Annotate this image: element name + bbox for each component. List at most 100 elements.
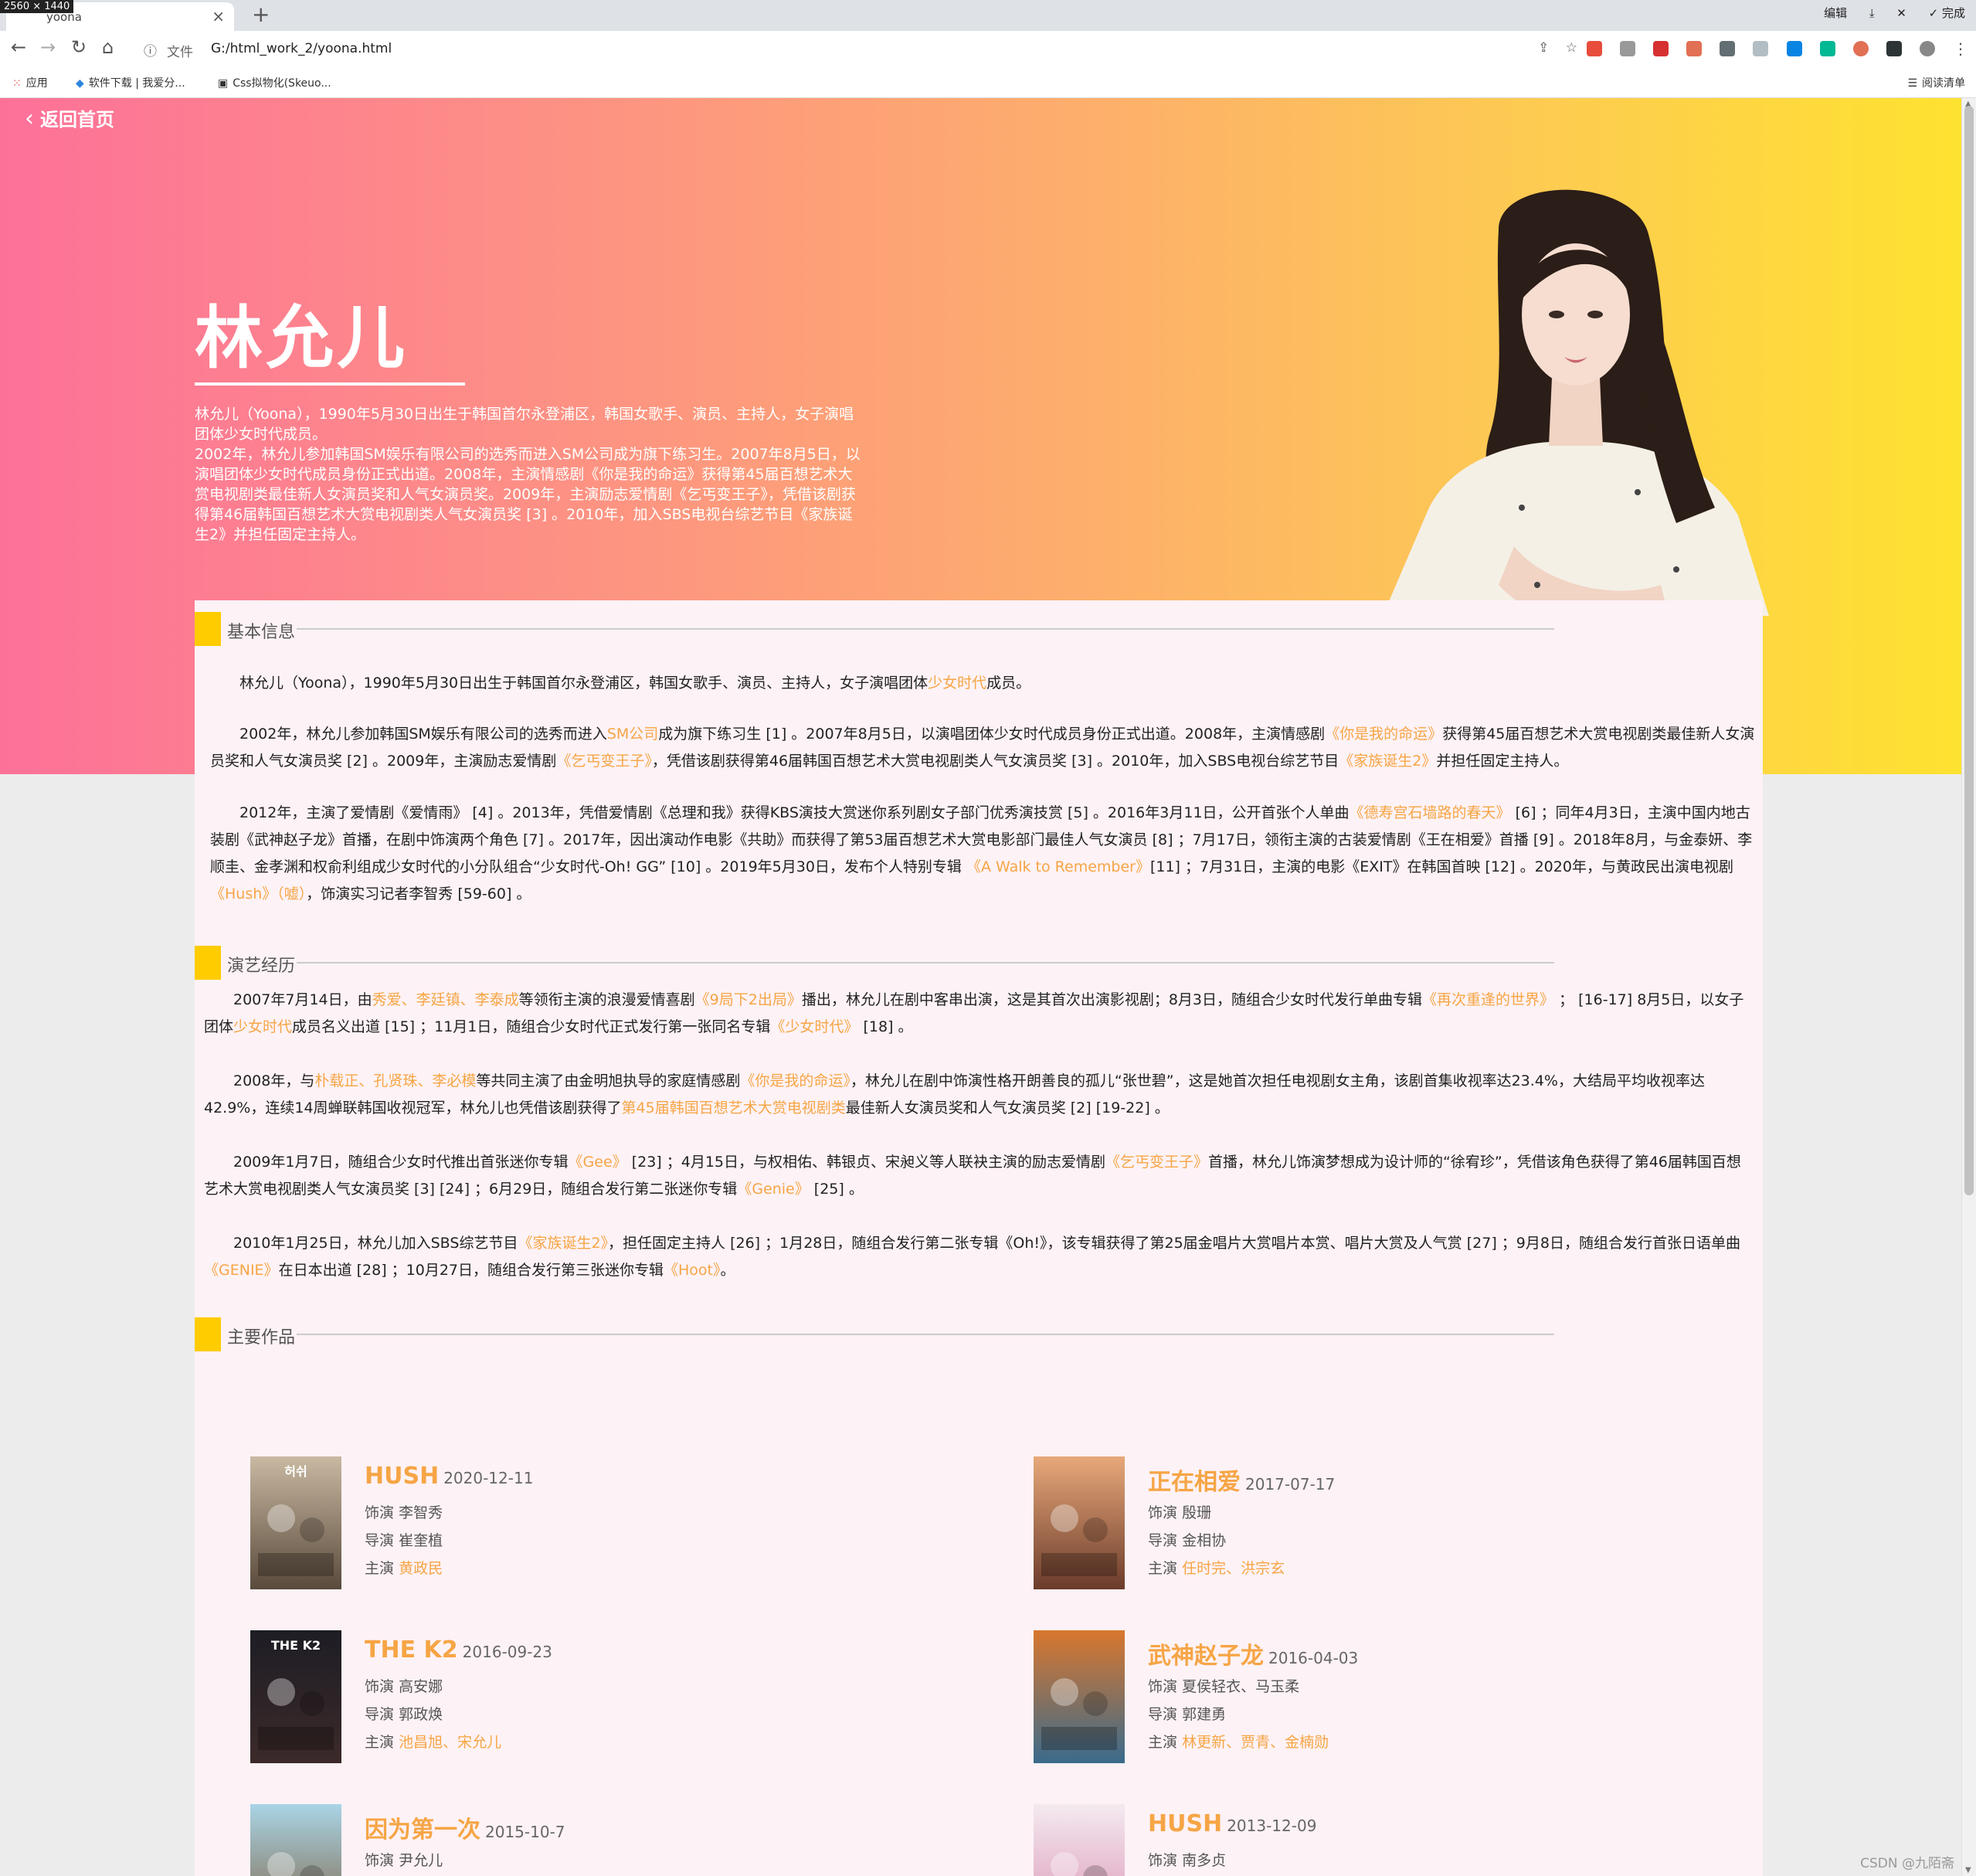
work-title-text: 因为第一次 <box>365 1817 480 1844</box>
inline-link[interactable]: 《家族诞生2》 <box>1339 753 1436 770</box>
poster-image[interactable] <box>250 1804 341 1876</box>
work-card[interactable]: 武神赵子龙 2016-04-03 饰演 夏侯轻衣、马玉柔 导演 郭建勇 主演 林更新、贾… <box>1034 1630 1729 1766</box>
paragraph-text: 。 <box>720 1262 735 1279</box>
info-icon[interactable]: ⓘ <box>144 40 157 59</box>
inline-link[interactable]: 少女时代 <box>928 675 986 692</box>
work-date: 2017-07-17 <box>1245 1475 1336 1494</box>
work-title-text: HUSH <box>365 1463 440 1490</box>
inline-link[interactable]: 《Hush》（嘘） <box>210 885 306 902</box>
section-divider <box>297 962 1554 963</box>
inline-link[interactable]: 第45届韩国百想艺术大赏电视剧类 <box>622 1099 846 1116</box>
hero-name: 林允儿 <box>195 298 409 378</box>
section-title: 基本信息 <box>227 623 296 642</box>
scroll-down-arrow[interactable]: ▼ <box>1965 1866 1971 1874</box>
inline-link[interactable]: 《乞丐变王子》 <box>556 753 652 770</box>
scrollbar-thumb[interactable] <box>1964 106 1974 1195</box>
work-title[interactable]: HUSH 2020-12-11 <box>365 1463 533 1490</box>
stars-label: 主演 <box>1148 1734 1178 1751</box>
poster-image[interactable]: THE K2 <box>250 1630 341 1763</box>
menu-icon[interactable]: ⋮ <box>1953 41 1968 56</box>
inline-link[interactable]: 《家族诞生2》 <box>518 1235 608 1252</box>
work-card[interactable]: THE K2 THE K2 2016-09-23 饰演 高安娜 导演 郭政焕 主演 池昌旭… <box>250 1630 946 1766</box>
inline-link[interactable]: 《再次重逢的世界》 <box>1422 991 1554 1008</box>
address-bar[interactable]: ⓘ 文件 G:/html_work_2/yoona.html ⇪ ☆ <box>136 35 1580 63</box>
poster-image[interactable]: 허쉬 <box>250 1456 341 1589</box>
paragraph-text: 等领衔主演的浪漫爱情喜剧 <box>518 991 695 1008</box>
extension-icon[interactable] <box>1819 40 1835 56</box>
director-label: 导演 <box>1148 1532 1178 1549</box>
tab-close-icon[interactable]: × <box>212 7 225 25</box>
stars-value[interactable]: 池昌旭、宋允儿 <box>399 1734 501 1751</box>
inline-link[interactable]: 少女时代 <box>233 1018 292 1035</box>
paragraph-text: 等共同主演了由金明旭执导的家庭情感剧 <box>476 1072 741 1089</box>
inline-link[interactable]: 《少女时代》 <box>770 1018 858 1035</box>
paragraph-text: 成员。 <box>986 675 1031 692</box>
close-window-icon[interactable]: ✕ <box>1896 6 1906 20</box>
stars-value[interactable]: 林更新、贾青、金楠勋 <box>1182 1734 1329 1751</box>
inline-link[interactable]: 《Hoot》 <box>664 1262 721 1279</box>
url-text[interactable]: G:/html_work_2/yoona.html <box>211 41 392 56</box>
home-icon[interactable]: ⌂ <box>102 36 114 58</box>
inline-link[interactable]: SM公司 <box>607 726 658 743</box>
extension-icon[interactable] <box>1753 40 1769 56</box>
bookmark-item[interactable]: ▣ Css拟物化(Skeuo... <box>218 75 331 90</box>
inline-link[interactable]: 《你是我的命运》 <box>1325 726 1442 743</box>
work-title[interactable]: THE K2 2016-09-23 <box>365 1636 552 1664</box>
inline-link[interactable]: 《Gee》 <box>569 1154 627 1171</box>
inline-link[interactable]: 《你是我的命运》 <box>740 1072 850 1089</box>
work-card[interactable]: 허쉬 HUSH 2020-12-11 饰演 李智秀 导演 崔奎植 主演 黄政民 <box>250 1456 946 1592</box>
work-director-row: 导演 郭政焕 <box>365 1703 443 1724</box>
extension-icon[interactable] <box>1586 40 1602 56</box>
edit-button[interactable]: 编辑 <box>1824 6 1847 20</box>
work-title[interactable]: 因为第一次 2015-10-7 <box>365 1810 565 1844</box>
profile-avatar[interactable] <box>1919 40 1935 56</box>
poster-image[interactable] <box>1034 1630 1125 1763</box>
inline-link[interactable]: 《GENIE》 <box>204 1262 279 1279</box>
director-label: 导演 <box>365 1532 395 1549</box>
download-icon[interactable]: ⤓ <box>1869 6 1875 20</box>
paragraph-text: 2012年，主演了爱情剧《爱情雨》 [4] 。2013年，凭借爱情剧《总理和我》… <box>239 804 1350 821</box>
work-stars-row: 主演 池昌旭、宋允儿 <box>365 1731 501 1752</box>
inline-link[interactable]: 《德寿宫石墙路的春天》 <box>1350 804 1511 821</box>
work-title[interactable]: 正在相爱 2017-07-17 <box>1148 1463 1335 1497</box>
done-button[interactable]: ✓ 完成 <box>1929 6 1965 20</box>
bookmark-item[interactable]: ◆ 软件下载 | 我爱分... <box>76 75 185 90</box>
stars-value[interactable]: 黄政民 <box>399 1560 443 1577</box>
stars-value[interactable]: 任时完、洪宗玄 <box>1182 1560 1285 1577</box>
extension-icon[interactable] <box>1720 40 1736 56</box>
inline-link[interactable]: 《A Walk to Remember》 <box>966 858 1150 875</box>
inline-link[interactable]: 朴载正、孔贤珠、李必模 <box>314 1072 476 1089</box>
inline-link[interactable]: 秀爱、李廷镇、李泰成 <box>372 991 519 1008</box>
back-home-label: 返回首页 <box>40 109 114 131</box>
work-title[interactable]: 武神赵子龙 2016-04-03 <box>1148 1636 1358 1670</box>
section-works: 主要作品 <box>195 1317 1554 1351</box>
bookmark-label: 应用 <box>25 77 48 90</box>
page-scrollbar[interactable]: ▲ ▼ <box>1961 98 1976 1876</box>
back-arrow-icon[interactable]: ← <box>11 36 26 58</box>
inline-link[interactable]: 《乞丐变王子》 <box>1105 1154 1208 1171</box>
share-icon[interactable]: ⇪ <box>1538 40 1549 56</box>
back-home-link[interactable]: ‹ 返回首页 <box>25 104 114 132</box>
reload-icon[interactable]: ↻ <box>71 36 87 58</box>
work-card[interactable]: 正在相爱 2017-07-17 饰演 殷珊 导演 金相协 主演 任时完、洪宗玄 <box>1034 1456 1729 1592</box>
new-tab-button[interactable]: + <box>252 2 270 27</box>
browser-chrome: yoona × 2560 × 1440 + 编辑 ⤓ ✕ ✓ 完成 ← → ↻ … <box>0 0 1976 98</box>
work-title[interactable]: HUSH 2013-12-09 <box>1148 1810 1316 1837</box>
inline-link[interactable]: 《Genie》 <box>737 1181 809 1198</box>
extension-icon[interactable] <box>1653 40 1669 56</box>
extension-icon[interactable] <box>1786 40 1802 56</box>
basic-paragraph: 林允儿（Yoona），1990年5月30日出生于韩国首尔永登浦区，韩国女歌手、演… <box>210 670 1755 697</box>
poster-image[interactable] <box>1034 1804 1125 1876</box>
work-card[interactable]: HUSH2013-12-09饰演 南多贞导演 李素妍主演 风秀、尹时允、蔡贞安 <box>1034 1804 1729 1876</box>
puzzle-icon[interactable] <box>1886 40 1902 56</box>
reading-list[interactable]: ☰ 阅读清单 <box>1907 75 1965 90</box>
forward-arrow-icon[interactable]: → <box>40 36 56 58</box>
extension-icon[interactable] <box>1852 40 1869 56</box>
inline-link[interactable]: 《9局下2出局》 <box>695 991 802 1008</box>
extension-icon[interactable] <box>1620 40 1636 56</box>
web-page: ‹ 返回首页 林允儿 林允儿（Yoona），1990年5月30日出生于韩国首尔永登… <box>0 98 1962 1876</box>
extension-icon[interactable] <box>1686 40 1703 56</box>
poster-image[interactable] <box>1034 1456 1125 1589</box>
bookmark-apps[interactable]: ⁙ 应用 <box>12 75 48 90</box>
work-card[interactable]: 因为第一次2015-10-7饰演 尹允儿导演 李正孝主演 赵惠贞 <box>250 1804 946 1876</box>
